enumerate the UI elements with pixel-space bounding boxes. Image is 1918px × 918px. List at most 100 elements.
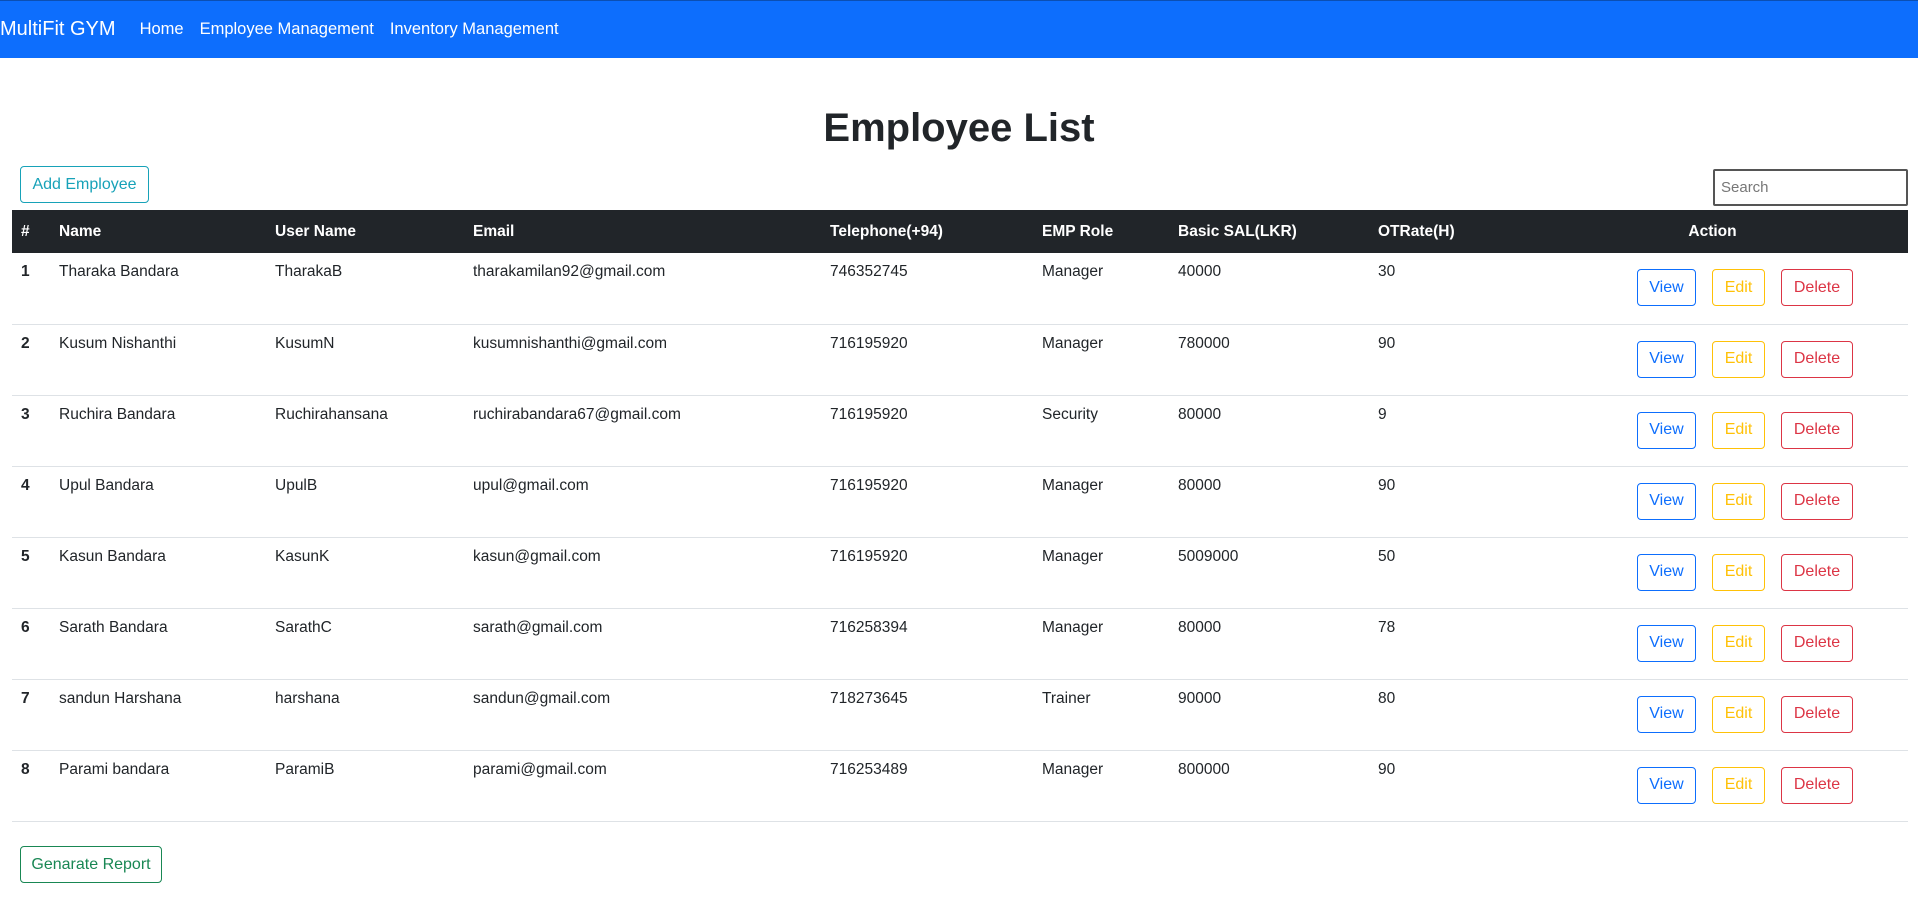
row-actions: View Edit Delete (1517, 537, 1908, 609)
delete-button[interactable]: Delete (1781, 695, 1853, 733)
column-header-name: Name (50, 210, 266, 253)
row-number: 7 (12, 679, 50, 751)
row-number: 3 (12, 395, 50, 467)
employee-name: Parami bandara (50, 750, 266, 822)
employee-telephone: 716195920 (821, 395, 1033, 467)
view-button[interactable]: View (1637, 269, 1696, 306)
employee-name: Kusum Nishanthi (50, 324, 266, 396)
employee-telephone: 716258394 (821, 608, 1033, 680)
employee-name: Tharaka Bandara (50, 253, 266, 325)
employee-role: Trainer (1033, 679, 1169, 751)
employee-otrate: 90 (1369, 324, 1517, 396)
delete-button[interactable]: Delete (1781, 553, 1853, 591)
row-number: 8 (12, 750, 50, 822)
edit-button[interactable]: Edit (1712, 269, 1765, 306)
view-button[interactable]: View (1637, 482, 1696, 520)
employee-email: parami@gmail.com (464, 750, 821, 822)
row-number: 1 (12, 253, 50, 325)
action-buttons: View Edit Delete (1517, 340, 1908, 378)
view-button[interactable]: View (1637, 624, 1696, 662)
table-header-row: # Name User Name Email Telephone(+94) EM… (12, 210, 1908, 253)
employee-role: Manager (1033, 608, 1169, 680)
delete-button[interactable]: Delete (1781, 269, 1853, 306)
brand-link[interactable]: MultiFit GYM (0, 18, 116, 41)
edit-button[interactable]: Edit (1712, 411, 1765, 449)
view-button[interactable]: View (1637, 553, 1696, 591)
employee-username: SarathC (266, 608, 464, 680)
delete-button[interactable]: Delete (1781, 340, 1853, 378)
employee-name: Sarath Bandara (50, 608, 266, 680)
employee-email: upul@gmail.com (464, 466, 821, 538)
edit-button[interactable]: Edit (1712, 695, 1765, 733)
employee-salary: 40000 (1169, 253, 1369, 325)
nav-link-inventory-management[interactable]: Inventory Management (390, 20, 559, 39)
nav-link-home[interactable]: Home (140, 20, 184, 39)
employee-otrate: 78 (1369, 608, 1517, 680)
column-header-email: Email (464, 210, 821, 253)
row-actions: View Edit Delete (1517, 466, 1908, 538)
employee-telephone: 716195920 (821, 466, 1033, 538)
employee-otrate: 80 (1369, 679, 1517, 751)
employee-username: TharakaB (266, 253, 464, 325)
row-actions: View Edit Delete (1517, 750, 1908, 822)
edit-button[interactable]: Edit (1712, 340, 1765, 378)
view-button[interactable]: View (1637, 695, 1696, 733)
table-row: 7 sandun Harshana harshana sandun@gmail.com… (12, 679, 1908, 751)
employee-role: Security (1033, 395, 1169, 467)
column-header-telephone: Telephone(+94) (821, 210, 1033, 253)
action-buttons: View Edit Delete (1517, 766, 1908, 804)
employee-email: tharakamilan92@gmail.com (464, 253, 821, 325)
employee-salary: 80000 (1169, 608, 1369, 680)
edit-button[interactable]: Edit (1712, 553, 1765, 591)
employee-email: sarath@gmail.com (464, 608, 821, 680)
edit-button[interactable]: Edit (1712, 766, 1765, 804)
employee-role: Manager (1033, 750, 1169, 822)
action-buttons: View Edit Delete (1517, 411, 1908, 449)
table-body: 1 Tharaka Bandara TharakaB tharakamilan92@g… (12, 253, 1908, 822)
employee-otrate: 90 (1369, 750, 1517, 822)
search-input[interactable] (1713, 169, 1908, 206)
row-actions: View Edit Delete (1517, 679, 1908, 751)
view-button[interactable]: View (1637, 411, 1696, 449)
action-buttons: View Edit Delete (1517, 269, 1908, 306)
generate-report-button[interactable]: Genarate Report (20, 846, 162, 883)
column-header-username: User Name (266, 210, 464, 253)
employee-role: Manager (1033, 253, 1169, 325)
employee-telephone: 716195920 (821, 537, 1033, 609)
delete-button[interactable]: Delete (1781, 411, 1853, 449)
view-button[interactable]: View (1637, 340, 1696, 378)
edit-button[interactable]: Edit (1712, 482, 1765, 520)
view-button[interactable]: View (1637, 766, 1696, 804)
employee-name: Ruchira Bandara (50, 395, 266, 467)
action-buttons: View Edit Delete (1517, 553, 1908, 591)
employee-role: Manager (1033, 537, 1169, 609)
employee-otrate: 50 (1369, 537, 1517, 609)
row-actions: View Edit Delete (1517, 395, 1908, 467)
delete-button[interactable]: Delete (1781, 624, 1853, 662)
row-number: 5 (12, 537, 50, 609)
employee-email: sandun@gmail.com (464, 679, 821, 751)
delete-button[interactable]: Delete (1781, 766, 1853, 804)
row-number: 2 (12, 324, 50, 396)
table-row: 2 Kusum Nishanthi KusumN kusumnishanthi@gma… (12, 324, 1908, 396)
employee-otrate: 30 (1369, 253, 1517, 325)
table-row: 6 Sarath Bandara SarathC sarath@gmail.com 71… (12, 608, 1908, 680)
page-title: Employee List (823, 106, 1095, 150)
employee-role: Manager (1033, 466, 1169, 538)
employee-salary: 90000 (1169, 679, 1369, 751)
column-header-salary: Basic SAL(LKR) (1169, 210, 1369, 253)
nav-link-employee-management[interactable]: Employee Management (200, 20, 374, 39)
delete-button[interactable]: Delete (1781, 482, 1853, 520)
employee-name: Upul Bandara (50, 466, 266, 538)
column-header-number: # (12, 210, 50, 253)
employee-salary: 80000 (1169, 466, 1369, 538)
employee-email: kusumnishanthi@gmail.com (464, 324, 821, 396)
employee-name: Kasun Bandara (50, 537, 266, 609)
edit-button[interactable]: Edit (1712, 624, 1765, 662)
employee-username: KasunK (266, 537, 464, 609)
add-employee-button[interactable]: Add Employee (20, 166, 149, 203)
column-header-action: Action (1517, 210, 1908, 253)
row-actions: View Edit Delete (1517, 608, 1908, 680)
row-actions: View Edit Delete (1517, 253, 1908, 325)
row-actions: View Edit Delete (1517, 324, 1908, 396)
